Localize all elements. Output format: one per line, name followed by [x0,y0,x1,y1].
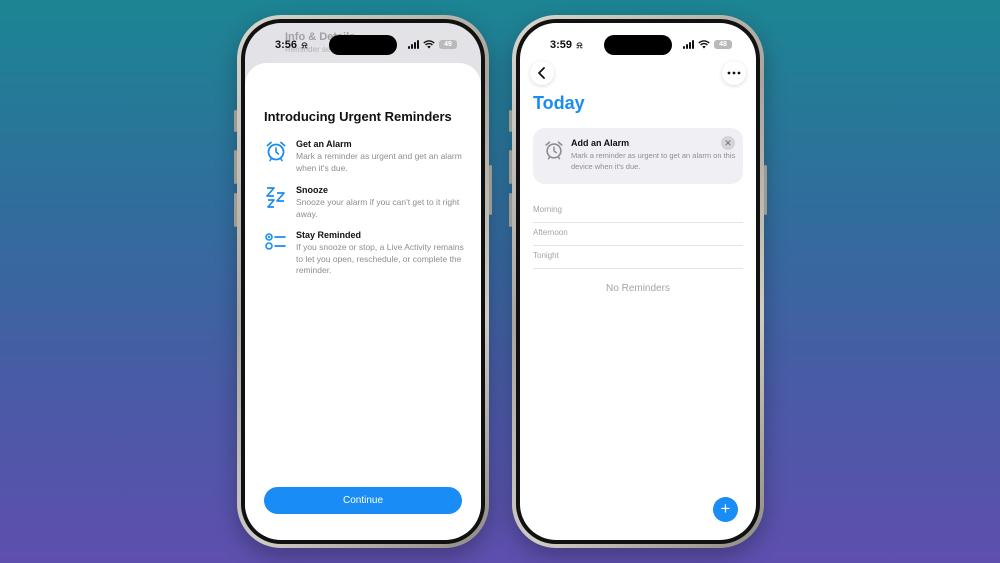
alarm-clock-icon [545,141,563,160]
left-screen: Info & Details Reminder settings 3:56 ⍾ … [245,23,481,540]
card-description: Mark a reminder as urgent to get an alar… [571,151,736,171]
feature-title: Get an Alarm [296,139,352,149]
section-afternoon[interactable]: Afternoon [533,223,743,246]
onboarding-sheet: Introducing Urgent Reminders Get an Alar… [245,63,481,540]
feature-description: If you snooze or stop, a Live Activity r… [296,242,464,275]
sheet-title: Introducing Urgent Reminders [264,109,452,124]
power-button [764,165,767,215]
battery-indicator: 48 [714,40,732,49]
add-alarm-tip-card[interactable]: Add an Alarm Mark a reminder as urgent t… [533,128,743,184]
bell-slash-icon: ⍾ [574,40,583,50]
wifi-icon [698,40,710,49]
dynamic-island [329,35,397,55]
back-button[interactable] [530,61,554,85]
feature-description: Mark a reminder as urgent and get an ala… [296,151,462,173]
feature-title: Snooze [296,185,329,195]
section-tonight[interactable]: Tonight [533,246,743,269]
volume-up-button [509,150,512,184]
feature-stay-reminded: Stay Reminded If you snooze or stop, a L… [264,230,469,282]
dynamic-island [604,35,672,55]
mute-switch [509,110,512,132]
volume-down-button [509,193,512,227]
feature-description: Snooze your alarm if you can't get to it… [296,197,460,219]
section-label: Afternoon [533,228,568,237]
signal-icon [408,40,419,49]
status-time: 3:56 [275,39,298,51]
status-time: 3:59 [550,39,573,51]
feature-snooze: Snooze Snooze your alarm if you can't ge… [264,185,469,225]
feature-title: Stay Reminded [296,230,362,240]
add-reminder-button[interactable]: + [713,497,738,522]
ellipsis-icon [727,71,741,75]
feature-get-alarm: Get an Alarm Mark a reminder as urgent a… [264,139,469,179]
empty-state-text: No Reminders [606,283,670,294]
right-screen: 3:59 ⍾ 48 Today Add an Alarm Mark a remi… [520,23,756,540]
power-button [489,165,492,215]
close-icon[interactable]: ✕ [721,136,735,150]
signal-icon [683,40,694,49]
list-checklist-icon [265,233,286,250]
bell-slash-icon: ⍾ [299,40,308,50]
section-label: Morning [533,205,562,214]
zzz-icon [266,187,285,208]
list-title: Today [533,93,585,113]
battery-indicator: 49 [439,40,457,49]
section-morning[interactable]: Morning [533,200,743,223]
volume-up-button [234,150,237,184]
chevron-left-icon [538,67,545,79]
wifi-icon [423,40,435,49]
card-title: Add an Alarm [571,138,630,148]
left-phone: Info & Details Reminder settings 3:56 ⍾ … [234,15,492,548]
continue-button[interactable]: Continue [264,487,462,514]
section-label: Tonight [533,251,559,260]
volume-down-button [234,193,237,227]
right-phone: 3:59 ⍾ 48 Today Add an Alarm Mark a remi… [509,15,767,548]
alarm-clock-icon [266,141,286,162]
more-button[interactable] [722,61,746,85]
mute-switch [234,110,237,132]
